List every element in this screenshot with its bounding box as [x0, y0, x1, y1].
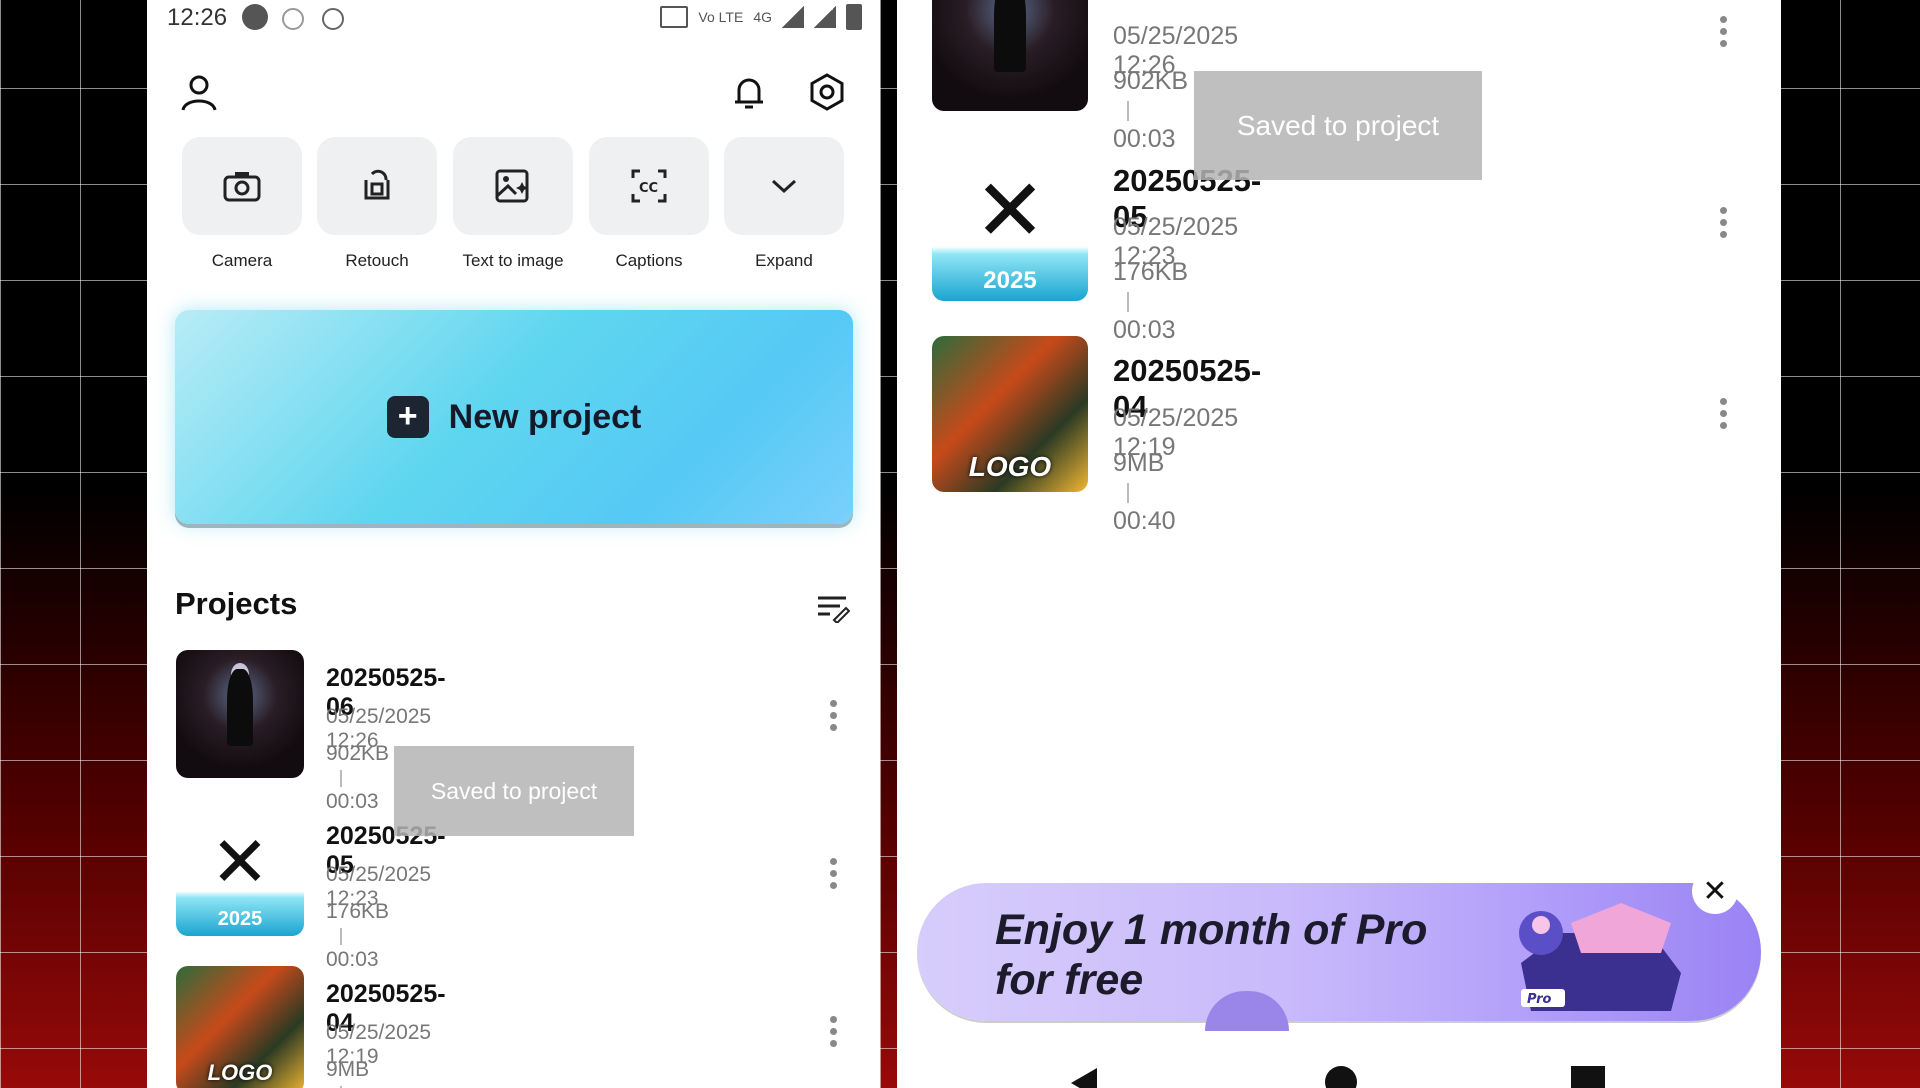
status-bar: 12:26 Vo LTE 4G	[147, 0, 880, 36]
tool-retouch[interactable]: Retouch	[317, 137, 437, 271]
tool-text-to-image[interactable]: Text to image	[453, 137, 573, 271]
android-nav-bar	[897, 1048, 1781, 1088]
project-meta: 176KB 00:03	[1113, 258, 1188, 345]
tool-label: Camera	[211, 251, 273, 270]
projects-title: Projects	[175, 586, 298, 621]
tool-label: Captions	[615, 251, 683, 270]
tool-label: Expand	[755, 251, 813, 270]
captions-icon: CC	[589, 137, 709, 235]
promo-line2: for free	[995, 956, 1144, 1004]
project-duration: 00:03	[1113, 125, 1176, 153]
project-size: 9MB	[326, 1058, 370, 1081]
project-meta: 9MB00:40	[326, 1058, 379, 1088]
network-label: 4G	[753, 9, 772, 25]
project-size: 902KB	[1113, 67, 1189, 95]
project-thumbnail: LOGO	[932, 336, 1088, 492]
status-icons: Vo LTE 4G	[660, 4, 862, 30]
more-icon[interactable]	[829, 858, 837, 889]
right-screen: 05/25/2025 12:26 902KB00:03 ✕ 2025 202505…	[897, 0, 1781, 1088]
close-icon[interactable]: ✕	[1692, 868, 1738, 914]
text-to-image-icon	[453, 137, 573, 235]
profile-icon[interactable]	[177, 70, 221, 114]
project-meta: 176KB 00:03	[326, 900, 389, 972]
battery-icon	[846, 4, 862, 30]
tool-label: Retouch	[345, 251, 409, 270]
edit-list-icon[interactable]	[815, 590, 851, 626]
more-icon[interactable]	[1719, 16, 1727, 47]
project-duration: 00:03	[1113, 316, 1176, 344]
tool-expand[interactable]: Expand	[724, 137, 844, 271]
project-meta: 902KB 00:03	[326, 742, 389, 814]
saved-toast: Saved to project	[394, 746, 634, 836]
more-icon[interactable]	[829, 1016, 837, 1047]
new-project-button[interactable]: + New project	[175, 310, 853, 524]
more-icon[interactable]	[829, 700, 837, 731]
promo-text: Enjoy 1 month of Pro for free	[995, 905, 1427, 1005]
project-thumbnail: LOGO	[176, 966, 304, 1088]
status-time: 12:26	[167, 4, 228, 31]
saved-toast: Saved to project	[1194, 71, 1482, 180]
pro-promo-banner[interactable]: Enjoy 1 month of Pro for free Pro	[917, 883, 1761, 1031]
left-screen: 12:26 Vo LTE 4G Camera Retouch Text to i…	[147, 0, 880, 1088]
promo-pro-badge: Pro	[1527, 992, 1552, 1007]
project-duration: 00:03	[326, 790, 379, 813]
project-size: 902KB	[326, 742, 390, 765]
svg-text:CC: CC	[639, 181, 658, 196]
camera-icon	[182, 137, 302, 235]
project-meta: 902KB 00:03	[1113, 67, 1188, 154]
tool-camera[interactable]: Camera	[182, 137, 302, 271]
plus-icon: +	[386, 396, 429, 438]
promo-line1: Enjoy 1 month of Pro	[995, 906, 1428, 954]
more-icon[interactable]	[1719, 398, 1727, 429]
cast-icon	[660, 6, 689, 28]
retouch-icon	[317, 137, 437, 235]
project-meta: 9MB 00:40	[1113, 449, 1176, 536]
home-icon[interactable]	[1325, 1066, 1357, 1088]
signal-icon	[782, 6, 804, 28]
more-icon[interactable]	[1719, 207, 1727, 238]
record-dot-icon	[242, 4, 268, 30]
signal-icon-2	[814, 6, 836, 28]
project-thumbnail: ✕ 2025	[932, 145, 1088, 301]
project-size: 176KB	[1113, 258, 1189, 286]
project-size: 9MB	[1113, 449, 1165, 477]
recents-icon[interactable]	[1571, 1066, 1605, 1088]
tool-label: Text to image	[462, 251, 564, 270]
pro-gift-illustration: Pro	[1519, 903, 1681, 1011]
settings-icon[interactable]	[805, 70, 849, 114]
bell-icon[interactable]	[727, 70, 771, 114]
tool-captions[interactable]: CC Captions	[589, 137, 709, 271]
project-size: 176KB	[326, 900, 390, 923]
project-thumbnail: ✕ 2025	[176, 808, 304, 936]
screen-record-icon	[322, 8, 344, 30]
project-thumbnail	[176, 650, 304, 778]
project-thumbnail	[932, 0, 1088, 111]
chevron-down-icon	[724, 137, 844, 235]
sync-icon	[282, 8, 304, 30]
project-duration: 00:40	[1113, 507, 1176, 535]
back-icon[interactable]	[1067, 1066, 1101, 1088]
volte-label: Vo LTE	[698, 9, 744, 25]
new-project-label: New project	[448, 397, 642, 436]
project-duration: 00:03	[326, 948, 379, 971]
